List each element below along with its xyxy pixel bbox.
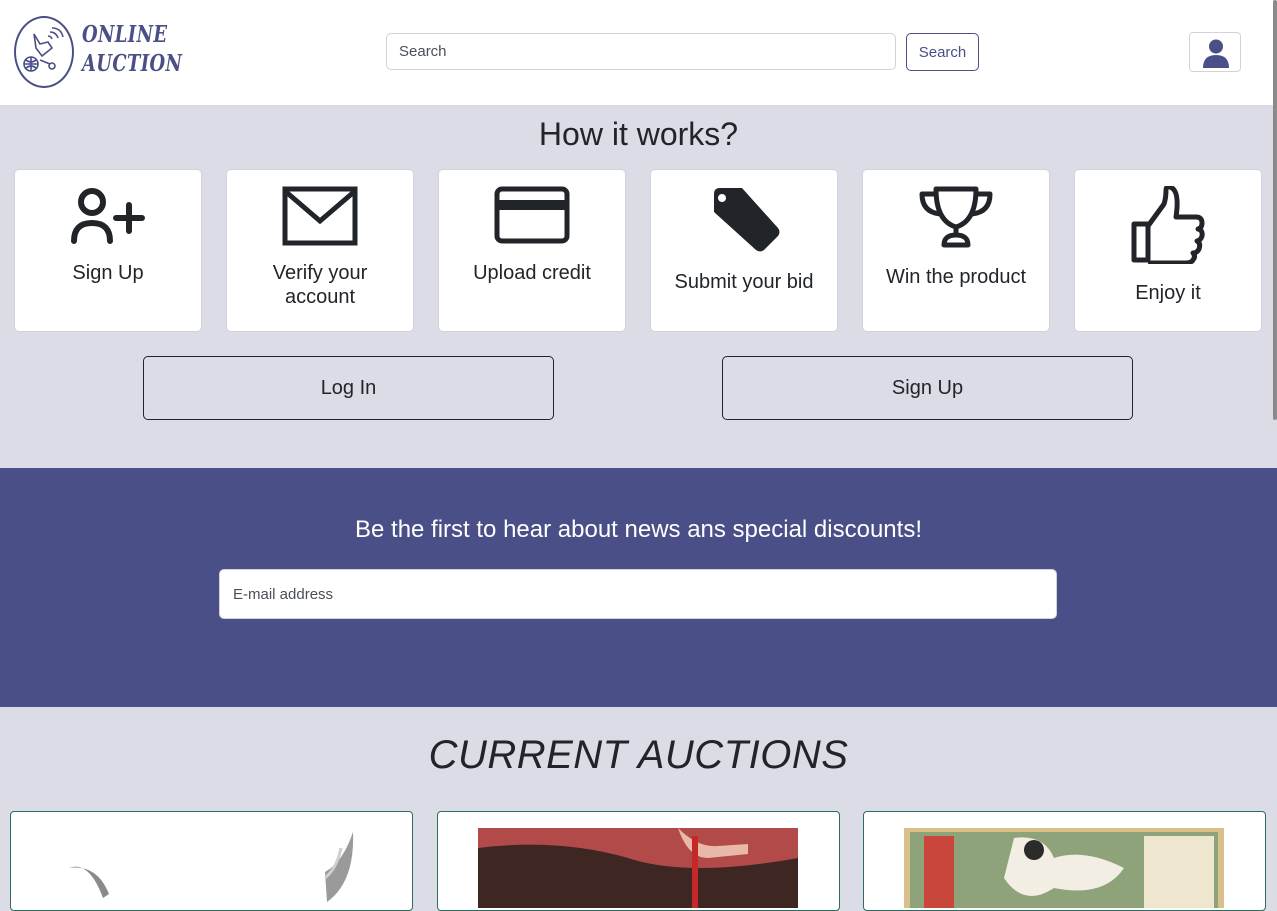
user-icon [1203,39,1229,68]
step-card-enjoy: Enjoy it [1074,169,1262,332]
logo-emblem [14,16,74,88]
step-label: Sign Up [72,262,144,284]
logo-line-1: ONLINE [82,21,168,48]
newsletter-title: Be the first to hear about news ans spec… [355,516,922,543]
user-account-button[interactable] [1189,32,1241,72]
auction-hand-icon [23,27,64,72]
newsletter-section: Be the first to hear about news ans spec… [0,468,1277,707]
page-scrollbar[interactable] [1273,0,1277,420]
step-card-submit-bid: Submit your bid [650,169,838,332]
step-label: Verify your account [272,262,368,308]
search-button[interactable]: Search [906,33,979,71]
auction-image[interactable] [904,828,1224,908]
logo-line-2: AUCTION [82,50,183,77]
current-auctions-title: CURRENT AUCTIONS [428,733,849,777]
step-card-verify: Verify your account [226,169,414,332]
site-logo[interactable]: ONLINE AUCTION [14,16,183,88]
how-it-works-title: How it works? [538,116,739,152]
signup-button[interactable]: Sign Up [722,356,1133,420]
step-card-upload-credit: Upload credit [438,169,626,332]
step-label: Win the product [885,266,1027,288]
auction-card[interactable] [437,811,840,911]
step-card-win-product: Win the product [862,169,1050,332]
search-input[interactable] [386,33,896,70]
step-label: Submit your bid [674,271,814,293]
envelope-icon [282,186,358,246]
tag-icon [714,188,780,252]
login-button[interactable]: Log In [143,356,554,420]
logo-text: ONLINE AUCTION [82,20,183,78]
auction-card[interactable] [863,811,1266,911]
header-bar: ONLINE AUCTION Search [0,0,1277,106]
step-card-sign-up: Sign Up [14,169,202,332]
thumbs-up-icon [1131,186,1205,264]
credit-card-icon [494,186,570,244]
auction-image[interactable] [51,828,371,908]
user-plus-icon [71,188,145,244]
auction-card[interactable] [10,811,413,911]
trophy-icon [919,186,993,248]
step-label: Upload credit [473,262,591,284]
auction-image[interactable] [478,828,798,908]
email-field[interactable] [219,569,1057,619]
step-label: Enjoy it [1135,282,1201,304]
